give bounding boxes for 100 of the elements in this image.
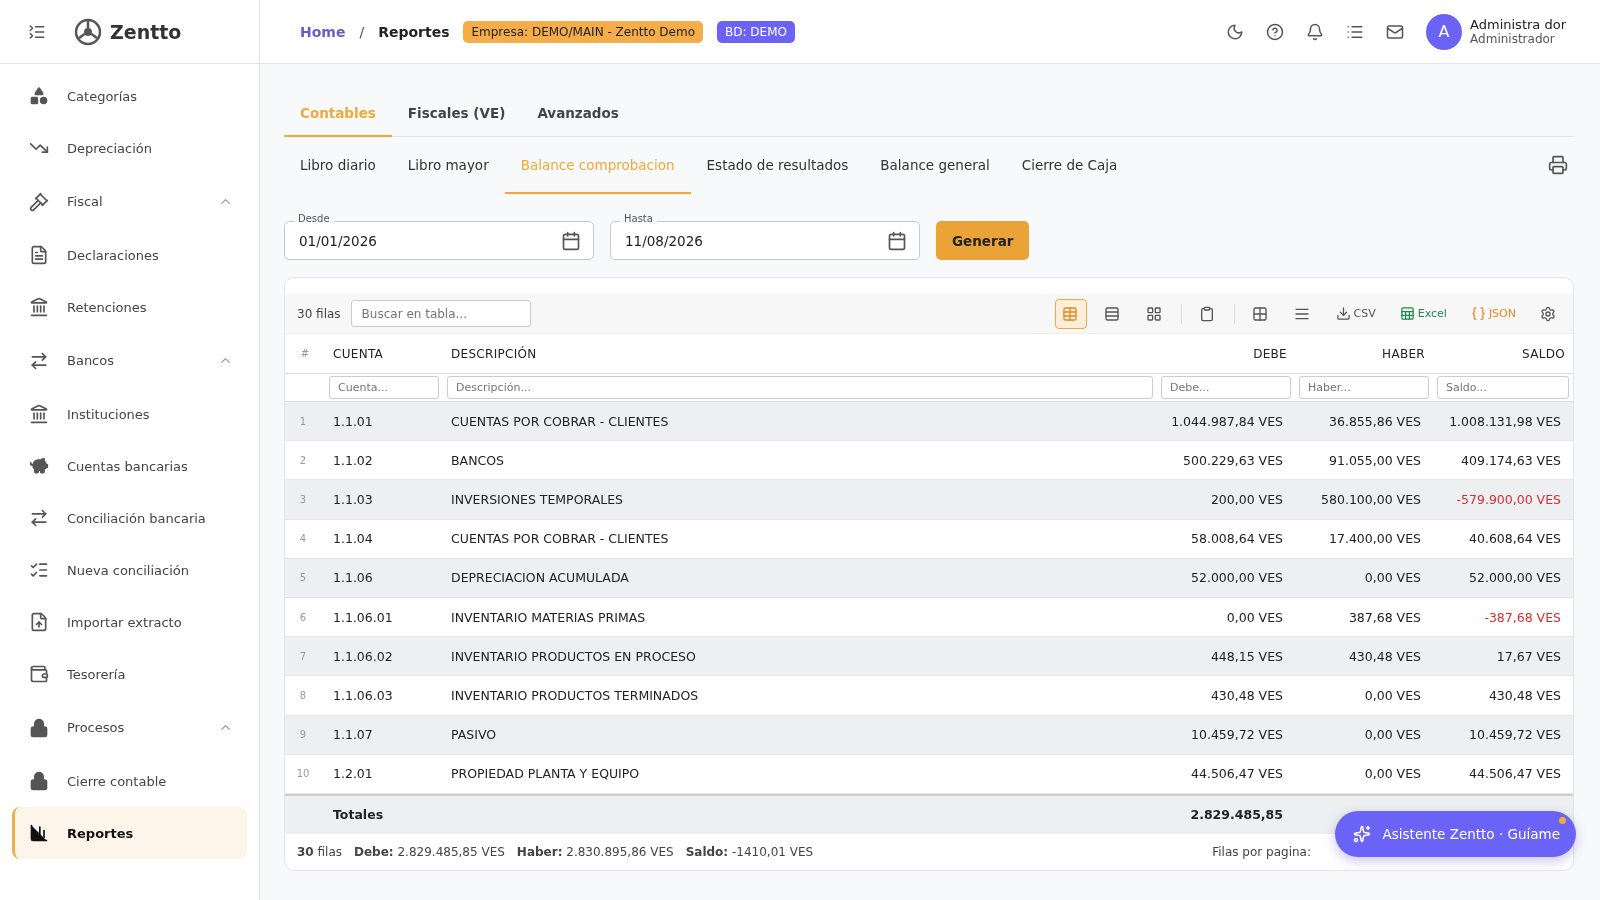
summary-text: Haber: 2.830.895,86 VES [516,844,674,859]
table-cell: 1.1.06 [325,558,443,598]
file-upload-icon [29,612,49,632]
report-tab[interactable]: Libro diario [284,137,392,194]
table-cell: 580.100,00 VES [1295,480,1433,520]
report-tab[interactable]: Estado de resultados [690,137,865,194]
column-filter-field[interactable]: Debe... [1161,376,1291,399]
table-cell: 430,48 VES [1295,637,1433,677]
column-filter-field[interactable]: Cuenta... [329,376,439,399]
report-tab[interactable]: Libro mayor [391,137,505,194]
column-filter-field[interactable]: Descripción... [447,376,1153,399]
database-badge: BD: DEMO [717,20,795,43]
total-value: 2.829.485,85 [1189,807,1284,823]
table-cell: 10.459,72 VES [1433,715,1573,755]
mail-icon[interactable] [1386,22,1405,41]
sidebar-item[interactable]: Instituciones [12,388,247,440]
grid-view-icon [1145,305,1162,322]
column-header[interactable]: DEBE [1157,334,1295,374]
date-field[interactable]: 11/08/2026 [610,221,920,260]
column-header[interactable]: HABER [1295,334,1433,374]
breadcrumb-link[interactable]: Home [300,23,346,40]
column-header[interactable]: CUENTA [325,334,443,374]
user-name: Administra dor [1470,17,1566,32]
list-check-icon [29,560,49,580]
print-icon[interactable] [1548,155,1568,175]
user-role: Administrador [1470,32,1556,46]
sidebar-item[interactable]: Retenciones [12,281,247,333]
gavel-icon [29,191,49,212]
sidebar-item[interactable]: Categorías [12,70,247,122]
sidebar-item[interactable]: Fiscal [12,174,247,229]
tab[interactable]: Avanzados [521,90,635,137]
sidebar-item[interactable]: Cuentas bancarias [12,440,247,492]
breadcrumb-link[interactable]: Reportes [378,23,450,40]
table-cell: 448,15 VES [1157,637,1295,677]
sidebar-item[interactable]: Tesorería [12,648,247,700]
sidebar-item[interactable]: Procesos [12,700,247,755]
document-icon [29,245,49,265]
row-number: 9 [285,715,325,755]
sidebar-item[interactable]: Importar extracto [12,596,247,648]
table-cell: CUENTAS POR COBRAR - CLIENTES [443,402,1157,442]
calendar-icon[interactable] [561,230,581,251]
bell-icon[interactable] [1306,22,1325,41]
assistant-button[interactable]: Asistente Zentto · Guíame [1334,811,1576,857]
table-cell: 1.008.131,98 VES [1433,402,1573,442]
company-badge: Empresa: DEMO/MAIN - Zentto Demo [463,20,704,43]
summary-text: 30 filas [297,844,342,859]
column-filter-field[interactable]: Haber... [1299,376,1429,399]
table-cell: 36.855,86 VES [1295,402,1433,442]
arrows-icon [29,350,49,371]
table-cell: 1.1.01 [325,402,443,442]
report-tab[interactable]: Balance general [864,137,1006,194]
generate-button[interactable]: Generar [936,221,1030,260]
tab[interactable]: Fiscales (VE) [391,90,522,137]
sidebar-item[interactable]: Bancos [12,333,247,388]
sidebar-item[interactable]: Cierre contable [12,755,247,807]
bank-icon [29,297,49,317]
calendar-icon[interactable] [887,230,907,251]
table-cell: 1.1.07 [325,715,443,755]
table-cell: PASIVO [443,715,1157,755]
csv-export-button[interactable]: CSV [1328,298,1383,329]
sparkles-icon [1352,825,1371,843]
sidebar-item[interactable]: Declaraciones [12,229,247,281]
download-icon [1335,306,1351,321]
report-tab[interactable]: Cierre de Caja [1005,137,1134,194]
menu-icon[interactable] [28,22,46,41]
user-avatar[interactable]: A [1426,13,1463,50]
notification-dot [1559,817,1566,824]
sidebar-item[interactable]: Nueva conciliación [12,544,247,596]
table-cell: 0,00 VES [1295,558,1433,598]
brand-name: Zentto [110,20,182,43]
view-toggle[interactable] [1054,298,1087,329]
arrows-icon [29,508,49,528]
table-cell: INVENTARIO PRODUCTOS EN PROCESO [443,637,1157,677]
moon-icon[interactable] [1226,22,1245,41]
sidebar-item[interactable]: Depreciación [12,122,247,174]
braces-icon [1470,306,1486,321]
date-field[interactable]: 01/01/2026 [284,221,594,260]
piggy-bank-icon [29,456,49,476]
spreadsheet-icon [1399,306,1415,321]
row-number: 3 [285,480,325,520]
row-number: 7 [285,637,325,677]
grid-icon [1251,305,1268,322]
lock-icon [29,717,49,738]
table-cell: 52.000,00 VES [1157,558,1295,598]
column-header[interactable]: DESCRIPCIÓN [443,334,1157,374]
search-field[interactable]: Buscar en tabla... [350,300,531,327]
summary-text: Debe: 2.829.485,85 VES [354,844,505,859]
clipboard-icon [1198,305,1215,322]
table-cell: 200,00 VES [1157,480,1295,520]
date-label: Hasta [620,213,657,224]
table-cell: 10.459,72 VES [1157,715,1295,755]
sidebar-item[interactable]: Conciliación bancaria [12,492,247,544]
lock-icon [29,771,49,791]
table-cell: 52.000,00 VES [1433,558,1573,598]
excel-export-button[interactable]: Excel [1392,298,1454,329]
column-header[interactable]: SALDO [1433,334,1573,374]
sidebar-item[interactable]: Reportes [12,807,247,859]
help-icon[interactable] [1266,22,1285,41]
table-cell: 1.1.06.02 [325,637,443,677]
column-filter-field[interactable]: Saldo... [1437,376,1569,399]
